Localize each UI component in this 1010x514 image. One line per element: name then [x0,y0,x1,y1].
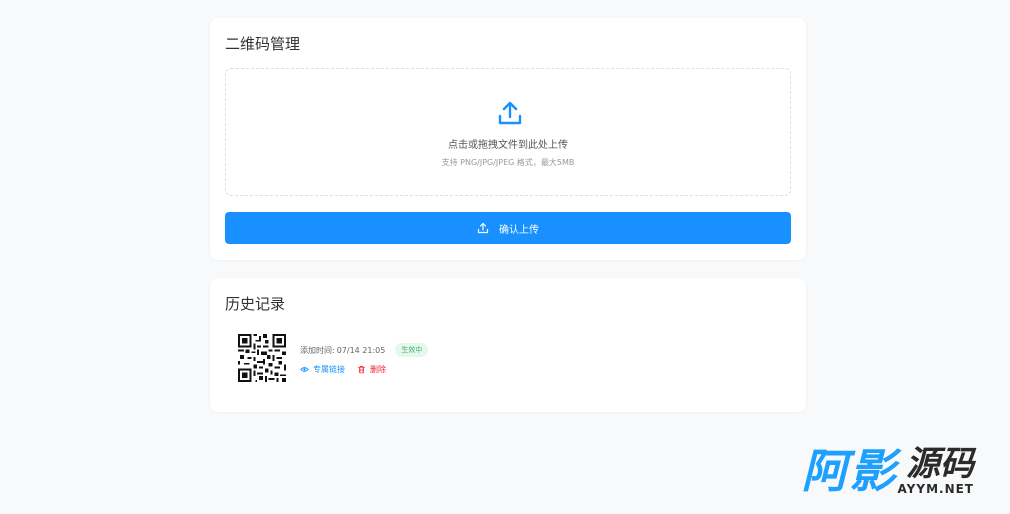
dropzone-sub-text: 支持 PNG/JPG/JPEG 格式，最大5MB [441,158,575,167]
site-watermark-logo: 阿影 源码 AYYM.NET [802,446,974,496]
upload-icon [498,101,522,125]
history-card-title: 历史记录 [225,295,286,313]
watermark-logo-text-2: 源码 [906,444,974,484]
history-card: 历史记录 添加时间: 07/14 21:05 生效中 专属链接 删除 [210,278,806,412]
qr-code-image [238,334,286,382]
upload-card-title: 二维码管理 [225,35,301,53]
confirm-upload-button[interactable]: 确认上传 [225,212,791,244]
upload-card: 二维码管理 点击或拖拽文件到此处上传 支持 PNG/JPG/JPEG 格式，最大… [210,18,806,260]
confirm-upload-label: 确认上传 [499,224,539,236]
eye-icon [300,367,309,372]
status-badge: 生效中 [395,343,429,357]
history-item-actions: 专属链接 删除 [300,364,398,375]
added-time-label: 添加时间: [300,345,335,355]
watermark-logo-domain: AYYM.NET [897,482,974,496]
exclusive-link-label: 专属链接 [313,365,345,374]
watermark-logo-text: 阿影 [801,444,898,498]
upload-dropzone[interactable]: 点击或拖拽文件到此处上传 支持 PNG/JPG/JPEG 格式，最大5MB [225,68,791,196]
delete-label: 删除 [370,365,386,374]
added-time-value: 07/14 21:05 [336,345,386,355]
exclusive-link-button[interactable]: 专属链接 [300,364,345,375]
trash-icon [358,365,365,374]
upload-icon [477,222,489,234]
delete-button[interactable]: 删除 [357,364,386,375]
dropzone-main-text: 点击或拖拽文件到此处上传 [448,140,568,151]
history-item: 添加时间: 07/14 21:05 生效中 专属链接 删除 [238,334,778,386]
history-item-meta: 添加时间: 07/14 21:05 生效中 [300,343,429,357]
